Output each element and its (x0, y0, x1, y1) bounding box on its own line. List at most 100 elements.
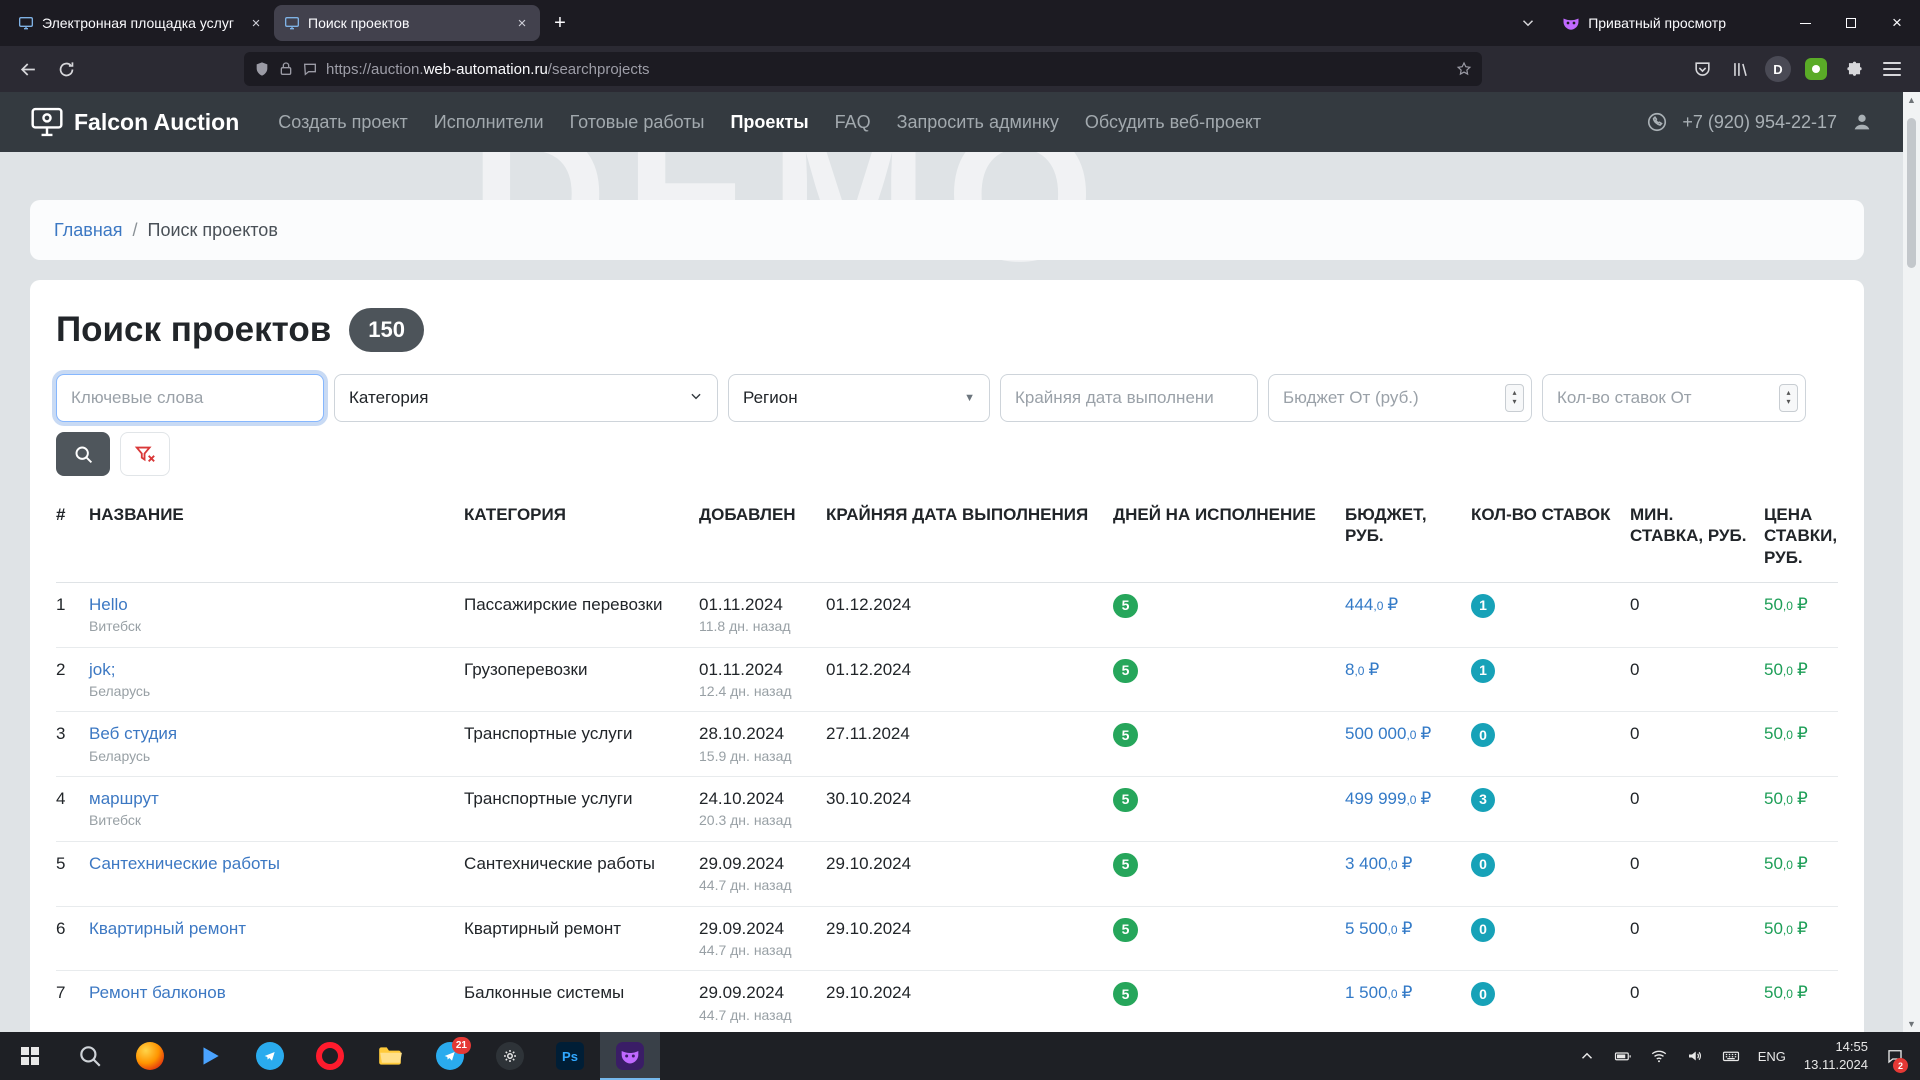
tab-close-icon[interactable]: × (512, 13, 532, 33)
project-link[interactable]: Hello (89, 595, 128, 614)
media-player-icon[interactable] (180, 1032, 240, 1080)
close-window-button[interactable]: × (1874, 0, 1920, 46)
breadcrumb-separator: / (133, 220, 138, 241)
scrollbar-thumb[interactable] (1907, 118, 1916, 268)
project-link[interactable]: Веб студия (89, 724, 177, 743)
table-row[interactable]: 2 jok; Беларусь Грузоперевозки 01.11.202… (56, 647, 1838, 712)
page-scrollbar[interactable]: ▲ ▼ (1903, 92, 1920, 1032)
telegram-icon[interactable] (240, 1032, 300, 1080)
currency-sign: ₽ (1402, 983, 1413, 1002)
project-link[interactable]: Ремонт балконов (89, 983, 226, 1002)
deadline-input[interactable] (1000, 374, 1258, 422)
user-icon[interactable] (1851, 111, 1873, 133)
project-location: Беларусь (89, 683, 456, 701)
url-text[interactable]: https://auction.web-automation.ru/search… (326, 61, 1448, 78)
tab-list-chevron-icon[interactable] (1512, 7, 1544, 39)
clear-filters-button[interactable] (120, 432, 170, 476)
nav-faq[interactable]: FAQ (822, 112, 884, 133)
table-row[interactable]: 5 Сантехнические работы Сантехнические р… (56, 841, 1838, 906)
number-stepper[interactable]: ▴▾ (1779, 384, 1798, 412)
network-icon[interactable] (1644, 1032, 1674, 1080)
nav-request-admin[interactable]: Запросить админку (884, 112, 1072, 133)
bids-from-input[interactable] (1542, 374, 1806, 422)
table-row[interactable]: 3 Веб студия Беларусь Транспортные услуг… (56, 712, 1838, 777)
site-logo[interactable]: Falcon Auction (30, 107, 239, 137)
tab-marketplace[interactable]: Электронная площадка услуг × (8, 5, 274, 41)
firefox-private-icon[interactable] (600, 1032, 660, 1080)
photoshop-icon[interactable]: Ps (540, 1032, 600, 1080)
action-center-icon[interactable]: 2 (1880, 1032, 1910, 1080)
table-row[interactable]: 7 Ремонт балконов Балконные системы 29.0… (56, 971, 1838, 1032)
currency-sign: ₽ (1797, 919, 1808, 938)
taskbar-search-icon[interactable] (60, 1032, 120, 1080)
added-date: 01.11.2024 (699, 659, 818, 680)
gear-app-icon[interactable] (480, 1032, 540, 1080)
row-number: 4 (56, 777, 89, 842)
file-explorer-icon[interactable] (360, 1032, 420, 1080)
project-link[interactable]: маршрут (89, 789, 159, 808)
region-select[interactable]: Регион ▼ (728, 374, 990, 422)
url-bar[interactable]: https://auction.web-automation.ru/search… (244, 52, 1482, 86)
project-link[interactable]: Квартирный ремонт (89, 919, 246, 938)
nav-finished-works[interactable]: Готовые работы (557, 112, 718, 133)
nav-projects[interactable]: Проекты (717, 112, 821, 133)
table-row[interactable]: 1 Hello Витебск Пассажирские перевозки 0… (56, 582, 1838, 647)
breadcrumb-home-link[interactable]: Главная (54, 220, 123, 241)
scroll-down-icon[interactable]: ▼ (1907, 1016, 1916, 1032)
project-link[interactable]: Сантехнические работы (89, 854, 280, 873)
table-row[interactable]: 4 маршрут Витебск Транспортные услуги 24… (56, 777, 1838, 842)
project-link[interactable]: jok; (89, 660, 115, 679)
pocket-icon[interactable] (1686, 53, 1718, 85)
library-icon[interactable] (1724, 53, 1756, 85)
tab-close-icon[interactable]: × (246, 13, 266, 33)
added-date: 24.10.2024 (699, 788, 818, 809)
adblock-extension-icon[interactable] (1800, 53, 1832, 85)
table-row[interactable]: 6 Квартирный ремонт Квартирный ремонт 29… (56, 906, 1838, 971)
whatsapp-icon[interactable] (1646, 111, 1668, 133)
category-select[interactable]: Категория (334, 374, 718, 422)
tracking-shield-icon[interactable] (254, 61, 270, 77)
clock-date: 13.11.2024 (1804, 1056, 1868, 1074)
maximize-button[interactable] (1828, 0, 1874, 46)
projects-table-body: 1 Hello Витебск Пассажирские перевозки 0… (56, 582, 1838, 1032)
taskbar-clock[interactable]: 14:55 13.11.2024 (1798, 1038, 1874, 1073)
number-stepper[interactable]: ▴▾ (1505, 384, 1524, 412)
extensions-puzzle-icon[interactable] (1838, 53, 1870, 85)
tray-chevron-up-icon[interactable] (1572, 1032, 1602, 1080)
phone-number[interactable]: +7 (920) 954-22-17 (1682, 112, 1837, 133)
nav-create-project[interactable]: Создать проект (265, 112, 421, 133)
language-indicator[interactable]: ENG (1752, 1049, 1792, 1064)
start-button[interactable] (0, 1032, 60, 1080)
scroll-up-icon[interactable]: ▲ (1907, 92, 1916, 108)
row-number: 6 (56, 906, 89, 971)
reload-button[interactable] (50, 53, 82, 85)
budget-value: 499 999,0₽ (1345, 789, 1431, 808)
menu-icon[interactable] (1876, 53, 1908, 85)
project-category: Грузоперевозки (464, 647, 699, 712)
deadline-date: 29.10.2024 (826, 906, 1113, 971)
days-badge: 5 (1113, 853, 1138, 877)
tab-search-projects[interactable]: Поиск проектов × (274, 5, 540, 41)
added-ago: 12.4 дн. назад (699, 683, 818, 701)
nav-discuss-project[interactable]: Обсудить веб-проект (1072, 112, 1274, 133)
budget-from-input[interactable] (1268, 374, 1532, 422)
nav-executors[interactable]: Исполнители (421, 112, 557, 133)
messenger-icon[interactable]: 21 (420, 1032, 480, 1080)
row-number: 7 (56, 971, 89, 1032)
touch-keyboard-icon[interactable] (1716, 1032, 1746, 1080)
opera-icon[interactable] (300, 1032, 360, 1080)
volume-icon[interactable] (1680, 1032, 1710, 1080)
back-button[interactable] (12, 53, 44, 85)
days-badge: 5 (1113, 788, 1138, 812)
search-button[interactable] (56, 432, 110, 476)
minimize-button[interactable] (1782, 0, 1828, 46)
new-tab-button[interactable]: + (544, 7, 576, 39)
bookmark-star-icon[interactable] (1456, 61, 1472, 77)
firefox-icon[interactable] (120, 1032, 180, 1080)
main-nav: Создать проект Исполнители Готовые работ… (265, 112, 1274, 133)
profile-avatar[interactable]: D (1762, 53, 1794, 85)
lock-icon[interactable] (278, 61, 294, 77)
keywords-input[interactable] (56, 374, 324, 422)
permissions-icon[interactable] (302, 61, 318, 77)
battery-icon[interactable] (1608, 1032, 1638, 1080)
